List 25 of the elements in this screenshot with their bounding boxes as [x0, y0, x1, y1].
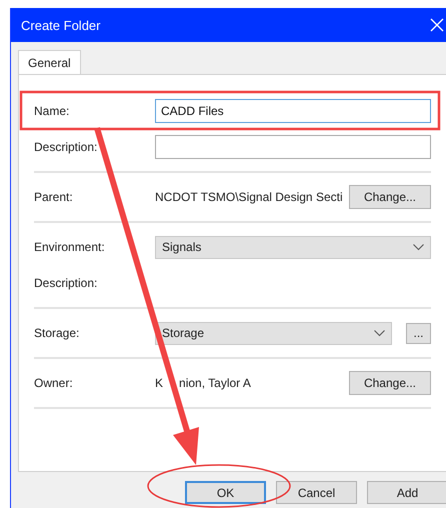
dropdown[interactable]: Signals	[155, 236, 431, 258]
text-field[interactable]: CADD Files	[155, 99, 431, 123]
field-label: Name:	[34, 104, 70, 118]
chevron-icon	[374, 330, 385, 336]
change-button[interactable]: ...	[406, 322, 431, 344]
window-title: Create Folder	[21, 18, 100, 32]
tab[interactable]: General	[18, 50, 81, 74]
change-button[interactable]: Change...	[349, 185, 431, 209]
field-label: Description:	[34, 276, 98, 290]
text-field[interactable]	[155, 135, 431, 159]
field-label: Storage:	[34, 326, 80, 340]
field-label: Environment:	[34, 240, 106, 254]
close-icon[interactable]	[430, 18, 444, 32]
field-label: Owner:	[34, 376, 74, 390]
dialog-button[interactable]: OK	[185, 481, 266, 504]
field-value: NCDOT TSMO\Signal Design Secti	[155, 190, 344, 204]
field-value: nion, Taylor A	[179, 376, 251, 390]
dropdown[interactable]: Storage	[155, 322, 392, 344]
change-button[interactable]: Change...	[349, 371, 431, 395]
field-label: Description:	[34, 140, 98, 154]
field-label: Parent:	[34, 190, 74, 204]
chevron-icon	[413, 244, 424, 250]
field-value: K	[155, 376, 164, 390]
dialog-button[interactable]: Add	[367, 481, 446, 504]
dialog-button[interactable]: Cancel	[276, 481, 357, 504]
